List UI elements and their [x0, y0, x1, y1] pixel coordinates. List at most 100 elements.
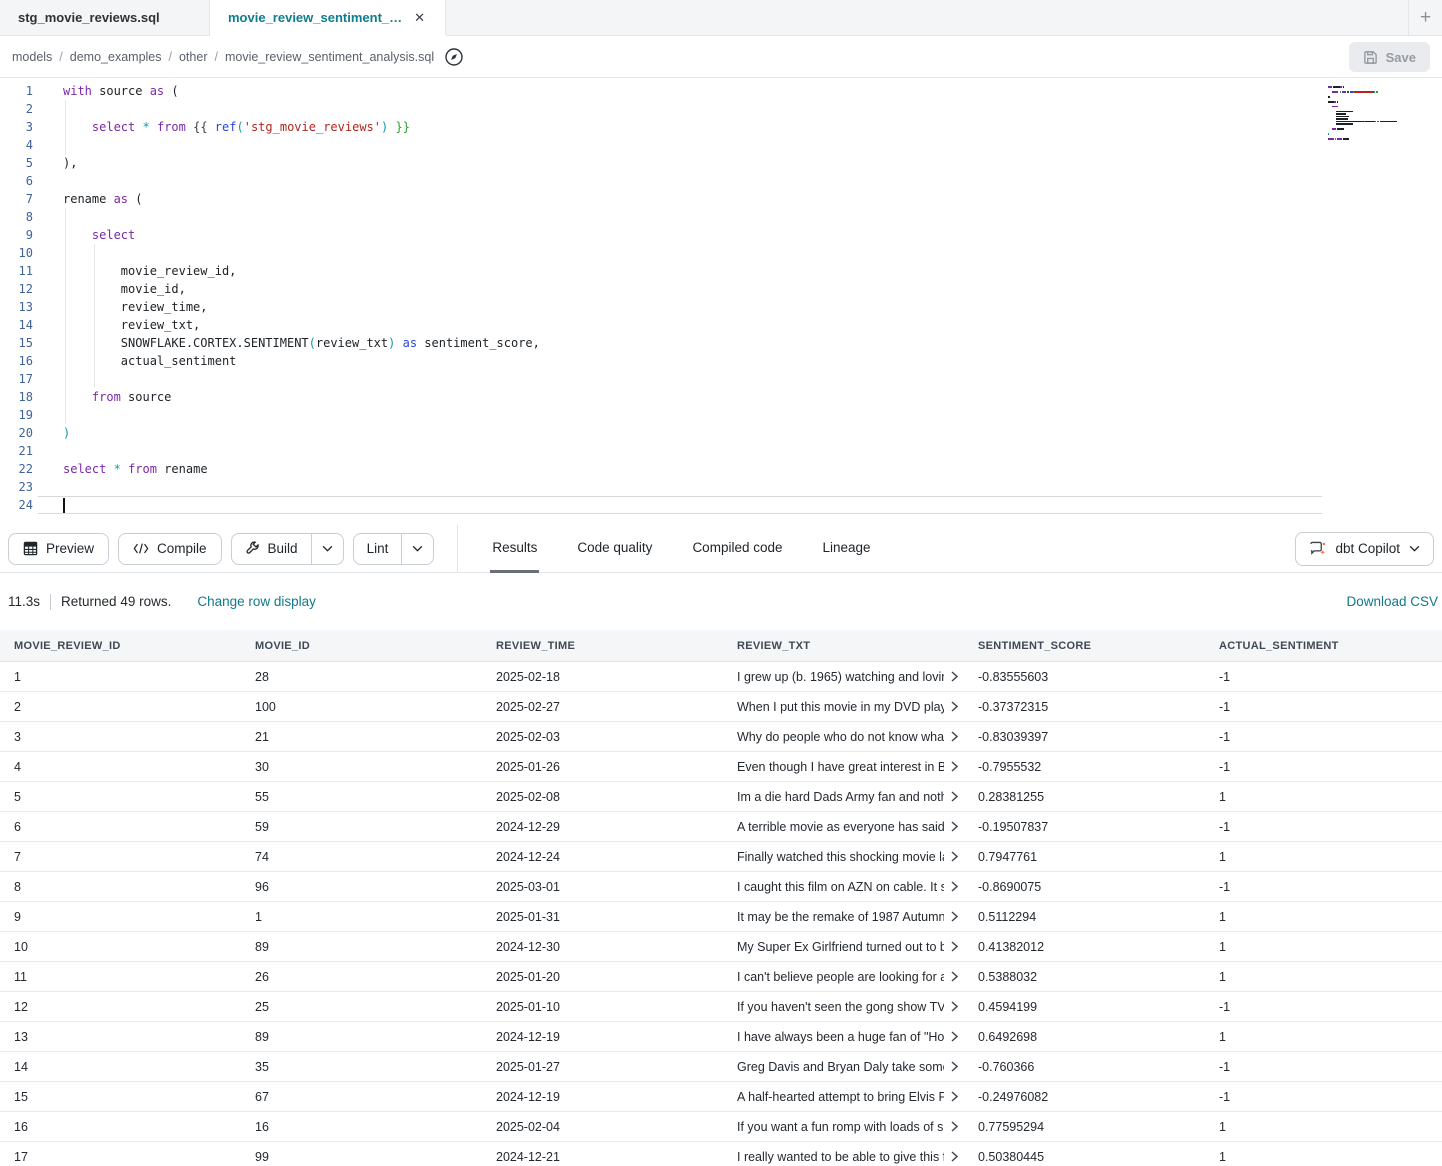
code-line-10[interactable]: 10 [0, 244, 1442, 262]
tab-code-quality[interactable]: Code quality [575, 525, 654, 573]
line-number: 15 [0, 334, 38, 352]
table-row[interactable]: 11262025-01-20I can't believe people are… [0, 962, 1442, 992]
editor-minimap[interactable] [1328, 86, 1400, 146]
code-line-19[interactable]: 19 [0, 406, 1442, 424]
code-line-7[interactable]: 7rename as ( [0, 190, 1442, 208]
compile-button[interactable]: Compile [118, 533, 222, 565]
code-line-6[interactable]: 6 [0, 172, 1442, 190]
code-line-15[interactable]: 15 SNOWFLAKE.CORTEX.SENTIMENT(review_txt… [0, 334, 1442, 352]
table-row[interactable]: 1282025-02-18I grew up (b. 1965) watchin… [0, 662, 1442, 692]
table-row[interactable]: 16162025-02-04If you want a fun romp wit… [0, 1112, 1442, 1142]
expand-cell-icon[interactable] [951, 1151, 958, 1162]
expand-cell-icon[interactable] [951, 1031, 958, 1042]
expand-cell-icon[interactable] [951, 911, 958, 922]
code-text: review_time, [38, 298, 1442, 316]
code-line-14[interactable]: 14 review_txt, [0, 316, 1442, 334]
expand-cell-icon[interactable] [951, 1091, 958, 1102]
code-line-13[interactable]: 13 review_time, [0, 298, 1442, 316]
code-line-17[interactable]: 17 [0, 370, 1442, 388]
line-number: 9 [0, 226, 38, 244]
code-line-24[interactable]: 24 [0, 496, 1442, 514]
expand-cell-icon[interactable] [951, 701, 958, 712]
breadcrumb-other[interactable]: other [179, 50, 208, 64]
table-row[interactable]: 3212025-02-03Why do people who do not kn… [0, 722, 1442, 752]
table-row[interactable]: 5552025-02-08Im a die hard Dads Army fan… [0, 782, 1442, 812]
save-button[interactable]: Save [1349, 42, 1430, 72]
table-row[interactable]: 8962025-03-01I caught this film on AZN o… [0, 872, 1442, 902]
code-editor[interactable]: 1with source as (23 select * from {{ ref… [0, 78, 1442, 525]
lint-dropdown-button[interactable] [401, 534, 433, 564]
table-row[interactable]: 15672024-12-19A half-hearted attempt to … [0, 1082, 1442, 1112]
expand-cell-icon[interactable] [951, 1121, 958, 1132]
tab-results[interactable]: Results [490, 525, 539, 573]
expand-cell-icon[interactable] [951, 731, 958, 742]
table-row[interactable]: 14352025-01-27Greg Davis and Bryan Daly … [0, 1052, 1442, 1082]
code-line-16[interactable]: 16 actual_sentiment [0, 352, 1442, 370]
close-tab-icon[interactable]: ✕ [412, 10, 427, 26]
expand-cell-icon[interactable] [951, 1061, 958, 1072]
table-row[interactable]: 13892024-12-19I have always been a huge … [0, 1022, 1442, 1052]
table-row[interactable]: 7742024-12-24Finally watched this shocki… [0, 842, 1442, 872]
table-row[interactable]: 6592024-12-29A terrible movie as everyon… [0, 812, 1442, 842]
table-row[interactable]: 912025-01-31It may be the remake of 1987… [0, 902, 1442, 932]
change-row-display-link[interactable]: Change row display [197, 594, 316, 609]
code-line-12[interactable]: 12 movie_id, [0, 280, 1442, 298]
breadcrumb-models[interactable]: models [12, 50, 52, 64]
expand-cell-icon[interactable] [951, 791, 958, 802]
column-header-movie-id[interactable]: MOVIE_ID [241, 630, 482, 661]
download-csv-link[interactable]: Download CSV [1346, 594, 1440, 609]
tab-lineage[interactable]: Lineage [821, 525, 873, 573]
tab-stg-movie-reviews[interactable]: stg_movie_reviews.sql [0, 0, 210, 35]
copilot-compass-icon[interactable] [444, 47, 464, 67]
text-cursor [63, 498, 65, 513]
wrench-icon [245, 541, 260, 556]
expand-cell-icon[interactable] [951, 671, 958, 682]
expand-cell-icon[interactable] [951, 1001, 958, 1012]
expand-cell-icon[interactable] [951, 941, 958, 952]
table-row[interactable]: 17992024-12-21I really wanted to be able… [0, 1142, 1442, 1166]
column-header-review-txt[interactable]: REVIEW_TXT [723, 630, 964, 661]
preview-button[interactable]: Preview [8, 533, 109, 565]
minimap-line [1328, 103, 1400, 105]
review-text: If you want a fun romp with loads of s… [737, 1120, 944, 1134]
expand-cell-icon[interactable] [951, 851, 958, 862]
build-button[interactable]: Build [232, 541, 311, 556]
code-line-4[interactable]: 4 [0, 136, 1442, 154]
column-header-actual-sentiment[interactable]: ACTUAL_SENTIMENT [1205, 630, 1442, 661]
breadcrumb-movie-review-sentiment-analysis-sql[interactable]: movie_review_sentiment_analysis.sql [225, 50, 434, 64]
table-row[interactable]: 21002025-02-27When I put this movie in m… [0, 692, 1442, 722]
tab-compiled-code[interactable]: Compiled code [690, 525, 784, 573]
line-number: 1 [0, 82, 38, 100]
build-dropdown-button[interactable] [311, 534, 343, 564]
expand-cell-icon[interactable] [951, 761, 958, 772]
code-line-2[interactable]: 2 [0, 100, 1442, 118]
plus-icon: + [1420, 7, 1431, 29]
tab-movie-review-sentiment-analysis[interactable]: movie_review_sentiment_… ✕ [210, 0, 446, 35]
expand-cell-icon[interactable] [951, 971, 958, 982]
expand-cell-icon[interactable] [951, 821, 958, 832]
code-line-11[interactable]: 11 movie_review_id, [0, 262, 1442, 280]
expand-cell-icon[interactable] [951, 881, 958, 892]
code-line-1[interactable]: 1with source as ( [0, 82, 1442, 100]
code-line-21[interactable]: 21 [0, 442, 1442, 460]
column-header-movie-review-id[interactable]: MOVIE_REVIEW_ID [0, 630, 241, 661]
code-line-20[interactable]: 20) [0, 424, 1442, 442]
code-line-22[interactable]: 22select * from rename [0, 460, 1442, 478]
column-header-sentiment-score[interactable]: SENTIMENT_SCORE [964, 630, 1205, 661]
cell-sentiment-score: -0.83555603 [964, 662, 1205, 691]
preview-label: Preview [46, 541, 94, 556]
code-line-23[interactable]: 23 [0, 478, 1442, 496]
code-line-18[interactable]: 18 from source [0, 388, 1442, 406]
dbt-copilot-button[interactable]: dbt Copilot [1295, 532, 1434, 566]
table-row[interactable]: 10892024-12-30My Super Ex Girlfriend tur… [0, 932, 1442, 962]
breadcrumb-demo-examples[interactable]: demo_examples [70, 50, 162, 64]
code-line-3[interactable]: 3 select * from {{ ref('stg_movie_review… [0, 118, 1442, 136]
column-header-review-time[interactable]: REVIEW_TIME [482, 630, 723, 661]
new-tab-button[interactable]: + [1408, 0, 1442, 35]
table-row[interactable]: 12252025-01-10If you haven't seen the go… [0, 992, 1442, 1022]
table-row[interactable]: 4302025-01-26Even though I have great in… [0, 752, 1442, 782]
code-line-5[interactable]: 5), [0, 154, 1442, 172]
lint-button[interactable]: Lint [354, 541, 402, 556]
code-line-8[interactable]: 8 [0, 208, 1442, 226]
code-line-9[interactable]: 9 select [0, 226, 1442, 244]
